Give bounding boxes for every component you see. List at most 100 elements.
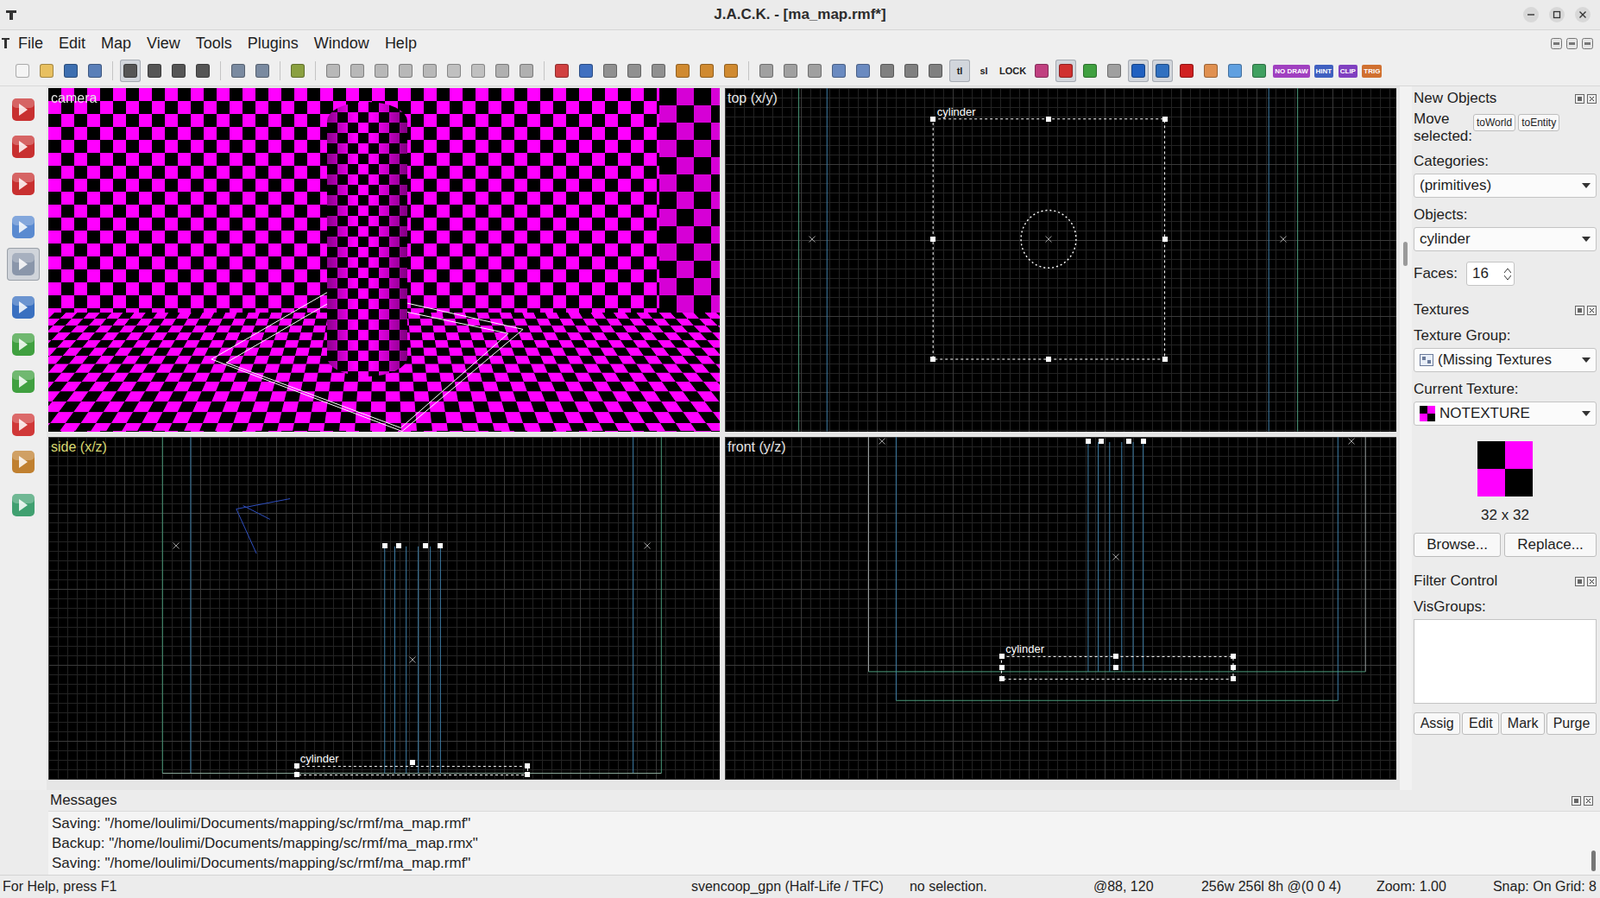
toolbar-button[interactable] bbox=[1200, 59, 1222, 82]
tool-button[interactable] bbox=[6, 130, 40, 164]
toolbar-button[interactable] bbox=[1224, 59, 1246, 82]
down-arrow-icon[interactable] bbox=[1504, 275, 1512, 281]
toolbar-button[interactable] bbox=[12, 59, 33, 82]
toolbar-button[interactable] bbox=[60, 59, 82, 82]
toolbar-button[interactable] bbox=[419, 59, 441, 82]
resize-handle[interactable] bbox=[930, 356, 936, 362]
move-button[interactable]: toWorld bbox=[1473, 113, 1516, 132]
toolbar-button[interactable] bbox=[623, 59, 645, 82]
toolbar-button[interactable]: tl bbox=[949, 59, 971, 82]
menu-item[interactable]: View bbox=[138, 32, 189, 55]
toolbar-button[interactable] bbox=[192, 59, 214, 82]
current-texture-select[interactable]: NOTEXTURE bbox=[1413, 401, 1597, 426]
resize-handle[interactable] bbox=[1162, 236, 1168, 242]
mdi-button-icon[interactable] bbox=[1550, 37, 1563, 50]
resize-handle[interactable] bbox=[1045, 116, 1052, 122]
toolbar-button[interactable] bbox=[852, 59, 874, 82]
toolbar-button[interactable] bbox=[900, 59, 922, 82]
toolbar-button[interactable] bbox=[322, 59, 344, 82]
tool-button[interactable] bbox=[6, 93, 40, 126]
menu-item[interactable]: Window bbox=[306, 32, 378, 55]
resize-handle[interactable] bbox=[1162, 116, 1168, 122]
toolbar-button[interactable] bbox=[251, 59, 273, 82]
resize-handle[interactable] bbox=[1085, 438, 1091, 444]
resize-handle[interactable] bbox=[930, 236, 936, 242]
resize-handle[interactable] bbox=[1230, 675, 1236, 681]
tool-button[interactable] bbox=[6, 247, 40, 281]
up-arrow-icon[interactable] bbox=[1504, 267, 1512, 273]
resize-handle[interactable] bbox=[437, 542, 443, 549]
category-select[interactable]: (primitives) bbox=[1413, 173, 1597, 198]
resize-handle[interactable] bbox=[1140, 438, 1147, 444]
toolbar-button[interactable] bbox=[168, 59, 189, 82]
maximize-icon[interactable] bbox=[1548, 6, 1566, 24]
tool-button[interactable] bbox=[6, 365, 40, 398]
tool-button[interactable] bbox=[6, 167, 40, 201]
faces-spinbox[interactable]: 16 bbox=[1466, 261, 1515, 286]
resize-handle[interactable] bbox=[1098, 438, 1104, 444]
toolbar-button[interactable] bbox=[551, 59, 573, 82]
toolbar-button[interactable] bbox=[648, 59, 669, 82]
resize-handle[interactable] bbox=[1230, 653, 1236, 659]
toolbar-button[interactable] bbox=[371, 59, 392, 82]
float-icon[interactable] bbox=[1571, 795, 1582, 806]
toolbar-button[interactable] bbox=[1176, 59, 1197, 82]
resize-handle[interactable] bbox=[396, 542, 402, 549]
toolbar-button[interactable] bbox=[144, 59, 165, 82]
resize-handle[interactable] bbox=[1113, 664, 1119, 670]
toolbar-button[interactable] bbox=[755, 59, 777, 82]
toolbar-button[interactable] bbox=[1103, 59, 1125, 82]
toolbar-button[interactable] bbox=[395, 59, 416, 82]
toolbar-button[interactable] bbox=[227, 59, 249, 82]
viewport[interactable]: cylindertop (x/y) bbox=[724, 88, 1397, 432]
toolbar-button[interactable] bbox=[84, 59, 106, 82]
toolbar-button[interactable] bbox=[696, 59, 718, 82]
toolbar-button[interactable] bbox=[287, 59, 309, 82]
toolbar-button[interactable] bbox=[1248, 59, 1270, 82]
tool-button[interactable] bbox=[6, 445, 40, 479]
resize-handle[interactable] bbox=[999, 664, 1005, 670]
toolbar-button[interactable] bbox=[467, 59, 489, 82]
visgroup-button[interactable]: Mark bbox=[1500, 711, 1545, 735]
toolbar-button[interactable] bbox=[1152, 59, 1173, 82]
resize-handle[interactable] bbox=[294, 762, 300, 769]
tool-button[interactable] bbox=[6, 327, 40, 361]
viewport[interactable]: cylinderfront (y/z) bbox=[724, 436, 1397, 781]
toolbar-button[interactable] bbox=[1079, 59, 1101, 82]
toolbar-button[interactable]: TRIG bbox=[1361, 59, 1383, 82]
toolbar-button[interactable] bbox=[443, 59, 465, 82]
visgroups-list[interactable] bbox=[1413, 618, 1597, 704]
tool-button[interactable] bbox=[6, 408, 40, 441]
resize-handle[interactable] bbox=[524, 771, 530, 777]
move-button[interactable]: toEntity bbox=[1518, 113, 1560, 132]
tool-button[interactable] bbox=[6, 210, 40, 244]
toolbar-button[interactable]: LOCK bbox=[997, 59, 1028, 82]
resize-handle[interactable] bbox=[382, 542, 388, 549]
visgroup-button[interactable]: Edit bbox=[1461, 711, 1500, 735]
float-icon[interactable] bbox=[1574, 94, 1585, 104]
float-icon[interactable] bbox=[1574, 576, 1585, 586]
toolbar-button[interactable] bbox=[575, 59, 597, 82]
float-icon[interactable] bbox=[1574, 305, 1585, 315]
resize-handle[interactable] bbox=[930, 116, 936, 122]
resize-handle[interactable] bbox=[999, 653, 1005, 659]
close-icon[interactable] bbox=[1583, 795, 1594, 806]
resize-handle[interactable] bbox=[294, 771, 300, 777]
scroll-thumb[interactable] bbox=[1403, 241, 1408, 266]
toolbar-button[interactable] bbox=[119, 59, 141, 82]
toolbar-button[interactable] bbox=[1127, 59, 1149, 82]
texture-button[interactable]: Replace... bbox=[1504, 532, 1597, 557]
resize-handle[interactable] bbox=[1113, 653, 1119, 659]
toolbar-button[interactable] bbox=[672, 59, 693, 82]
toolbar-button[interactable] bbox=[876, 59, 898, 82]
mdi-button-icon[interactable] bbox=[1581, 37, 1594, 50]
resize-handle[interactable] bbox=[422, 542, 429, 549]
toolbar-button[interactable] bbox=[346, 59, 368, 82]
toolbar-button[interactable] bbox=[828, 59, 850, 82]
menu-item[interactable]: Tools bbox=[188, 32, 240, 55]
toolbar-button[interactable] bbox=[720, 59, 742, 82]
message-scrollbar[interactable] bbox=[1587, 811, 1600, 875]
toolbar-button[interactable] bbox=[1055, 59, 1077, 82]
resize-handle[interactable] bbox=[524, 762, 530, 769]
viewport[interactable]: cylinderside (x/z) bbox=[48, 436, 720, 781]
